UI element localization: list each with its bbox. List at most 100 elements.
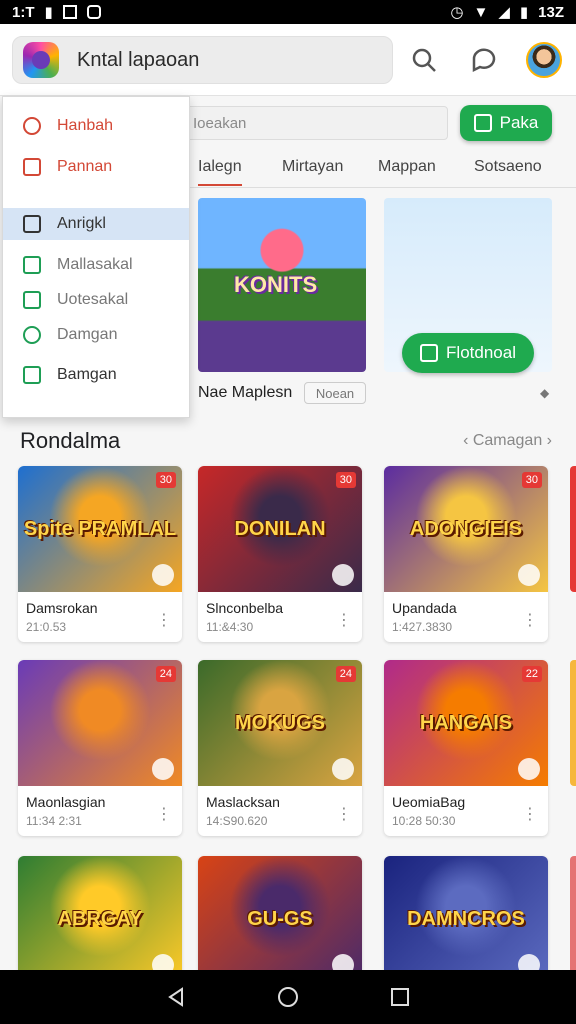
game-thumbnail: 24 <box>18 660 182 786</box>
overflow-menu-icon[interactable]: ⋮ <box>522 804 538 824</box>
camera-icon <box>86 5 101 19</box>
signal-icon: ◢ <box>498 4 510 21</box>
game-art-title: ADONGIEIS <box>409 518 523 540</box>
game-thumbnail: DONILAN 30 <box>198 466 362 592</box>
game-thumbnail: GU-GS <box>198 856 362 982</box>
game-badge: 24 <box>335 666 356 682</box>
game-card[interactable]: DONILAN 30 Slnconbelba 11:&4:30 ⋮ <box>198 466 362 642</box>
system-nav-bar <box>0 970 576 1024</box>
menu-item-label: Uotesakal <box>57 291 129 308</box>
menu-item-uotesakal[interactable]: Uotesakal <box>3 284 189 316</box>
chevron-right-icon: › <box>542 432 552 449</box>
menu-item-label: Mallasakal <box>57 256 133 273</box>
back-icon[interactable] <box>165 986 187 1008</box>
section-title: Rondalma <box>20 428 121 453</box>
menu-item-label: Damgan <box>57 326 118 343</box>
game-meta: 21:0.53 <box>26 620 67 634</box>
battery-level: 13Z <box>538 3 564 21</box>
menu-item-damgan[interactable]: Damgan <box>3 319 189 351</box>
next-card-peek <box>570 660 576 786</box>
promo-button-label: Flotdnoal <box>446 343 516 362</box>
chat-icon[interactable] <box>468 44 500 76</box>
menu-item-hanbah[interactable]: Hanbah <box>3 110 189 142</box>
file-icon <box>23 291 41 309</box>
game-meta: 1:427.3830 <box>392 620 453 634</box>
game-card[interactable]: Spite PRAMLAL 30 Damsrokan 21:0.53 ⋮ <box>18 466 182 642</box>
overflow-menu-icon[interactable]: ⋮ <box>156 804 172 824</box>
search-icon <box>23 117 41 135</box>
game-meta: 11:34 2:31 <box>26 814 82 828</box>
heart-icon[interactable] <box>332 758 354 780</box>
menu-item-label: Anrigkl <box>57 215 106 232</box>
game-thumbnail: HANGAIS 22 <box>384 660 548 786</box>
game-card[interactable]: 24 Maonlasgian 11:34 2:31 ⋮ <box>18 660 182 836</box>
heart-icon[interactable] <box>152 758 174 780</box>
chevron-left-icon: ‹ <box>463 432 473 449</box>
featured-game-card[interactable]: KONITS <box>198 198 366 372</box>
menu-item-bamgan[interactable]: Bamgan <box>3 359 189 391</box>
game-art-title: GU-GS <box>247 908 313 930</box>
app-header: Kntal lapaoan <box>0 24 576 96</box>
next-card-peek <box>570 466 576 592</box>
game-thumbnail: MOKUGS 24 <box>198 660 362 786</box>
primary-button[interactable]: Paka <box>460 105 552 141</box>
game-card[interactable]: MOKUGS 24 Maslacksan 14:S90.620 ⋮ <box>198 660 362 836</box>
game-badge: 30 <box>335 472 356 488</box>
alarm-icon: ◷ <box>450 4 464 21</box>
menu-item-anrigkl[interactable]: Anrigkl <box>3 208 189 240</box>
menu-item-mallasakal[interactable]: Mallasakal <box>3 249 189 281</box>
game-thumbnail: ADONGIEIS 30 <box>384 466 548 592</box>
menu-item-pannan[interactable]: Pannan <box>3 151 189 183</box>
more-icon[interactable]: ◆ <box>540 386 549 400</box>
clock: 1:T <box>12 3 35 21</box>
app-title: Kntal lapaoan <box>77 48 200 71</box>
battery-icon: ▮ <box>519 4 529 21</box>
dropdown-menu: Hanbah Pannan Anrigkl Mallasakal Uotesak… <box>2 96 190 418</box>
app-logo <box>23 42 59 78</box>
heart-icon[interactable] <box>152 564 174 586</box>
home-icon[interactable] <box>276 985 300 1009</box>
featured-logo: KONITS <box>234 272 318 297</box>
game-badge: 30 <box>521 472 542 488</box>
section-link-label: Camagan <box>472 432 543 449</box>
overflow-menu-icon[interactable]: ⋮ <box>336 610 352 630</box>
overflow-menu-icon[interactable]: ⋮ <box>156 610 172 630</box>
tab-2[interactable]: Mappan <box>378 158 436 176</box>
section-link[interactable]: ‹ Camagan › <box>463 432 552 450</box>
calendar-icon <box>23 158 41 176</box>
status-bar: 1:T ▮ ◷ ▼ ◢ ▮ 13Z <box>0 0 576 24</box>
search-input[interactable]: Ioeakan <box>186 106 448 140</box>
featured-tag[interactable]: Noean <box>304 382 366 404</box>
game-meta: 10:28 50:30 <box>392 814 456 828</box>
game-meta: 14:S90.620 <box>206 814 268 828</box>
game-thumbnail: Spite PRAMLAL 30 <box>18 466 182 592</box>
game-thumbnail: DAMNCROS <box>384 856 548 982</box>
tab-0[interactable]: Ialegn <box>198 158 242 186</box>
folder-icon <box>23 366 41 384</box>
heart-icon[interactable] <box>518 758 540 780</box>
promo-icon <box>420 344 439 362</box>
heart-icon[interactable] <box>332 564 354 586</box>
tab-1[interactable]: Mirtayan <box>282 158 343 176</box>
avatar[interactable] <box>526 42 562 78</box>
promo-button[interactable]: Flotdnoal <box>402 333 534 373</box>
heart-icon[interactable] <box>518 564 540 586</box>
game-card[interactable]: HANGAIS 22 UeomiaBag 10:28 50:30 ⋮ <box>384 660 548 836</box>
overflow-menu-icon[interactable]: ⋮ <box>336 804 352 824</box>
overflow-menu-icon[interactable]: ⋮ <box>522 610 538 630</box>
game-art-title: Spite PRAMLAL <box>23 518 177 540</box>
menu-item-label: Bamgan <box>57 366 117 383</box>
game-art-title: MOKUGS <box>235 712 325 734</box>
game-card[interactable]: ADONGIEIS 30 Upandada 1:427.3830 ⋮ <box>384 466 548 642</box>
menu-item-label: Pannan <box>57 158 113 175</box>
screenshot-icon <box>62 5 77 19</box>
primary-button-label: Paka <box>499 113 539 132</box>
tab-bar: Ialegn Mirtayan Mappan Sotsaeno <box>180 150 576 188</box>
list-icon <box>473 114 492 132</box>
recents-icon[interactable] <box>389 986 411 1008</box>
search-icon[interactable] <box>408 44 440 76</box>
app-search-bar[interactable]: Kntal lapaoan <box>12 36 393 84</box>
tab-3[interactable]: Sotsaeno <box>474 158 542 176</box>
game-art-title: DONILAN <box>234 518 326 540</box>
magnifier-icon <box>23 326 41 344</box>
